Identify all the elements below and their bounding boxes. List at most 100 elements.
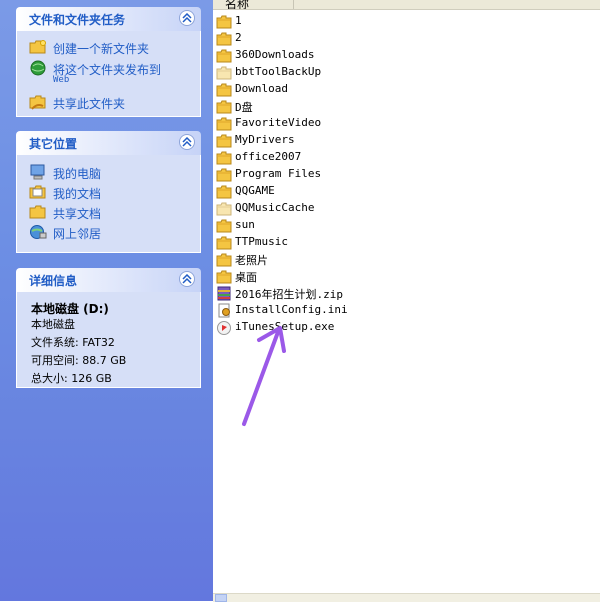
file-row[interactable]: TTPmusic: [216, 234, 596, 251]
column-header-label: 名称: [225, 0, 250, 10]
details-body: 本地磁盘 (D:) 本地磁盘 文件系统: FAT32 可用空间: 88.7 GB…: [16, 292, 201, 388]
place-my-computer[interactable]: 我的电脑: [29, 163, 149, 181]
settings-file-icon: [218, 303, 230, 318]
chevron-up-icon: [182, 274, 192, 284]
zip-archive-icon: [217, 286, 231, 301]
collapse-details-button[interactable]: [179, 271, 195, 287]
folder-icon: [216, 117, 232, 131]
folder-icon: [216, 15, 232, 29]
drive-total-size: 总大小: 126 GB: [31, 372, 112, 385]
file-row[interactable]: 桌面: [216, 268, 596, 285]
file-name: Program Files: [235, 167, 322, 180]
file-row[interactable]: QQMusicCache: [216, 200, 596, 217]
file-row[interactable]: iTunesSetup.exe: [216, 319, 596, 336]
file-name: 2016年招生计划.zip: [235, 288, 343, 301]
other-places-header[interactable]: 其它位置: [16, 131, 201, 155]
my-computer-icon: [30, 164, 45, 180]
file-row[interactable]: bbtToolBackUp: [216, 64, 596, 81]
file-name: sun: [235, 218, 255, 231]
file-row[interactable]: QQGAME: [216, 183, 596, 200]
chevron-up-icon: [182, 137, 192, 147]
folder-icon: [216, 253, 232, 267]
column-header-name[interactable]: 名称: [213, 0, 600, 10]
other-places-panel: 其它位置 我的电脑 我的文档 共享文档 网上邻居: [16, 131, 201, 253]
drive-name: 本地磁盘 (D:): [31, 302, 109, 316]
file-row[interactable]: FavoriteVideo: [216, 115, 596, 132]
folder-icon: [216, 32, 232, 46]
folder-icon: [216, 185, 232, 199]
file-row[interactable]: MyDrivers: [216, 132, 596, 149]
folder-icon: [216, 134, 232, 148]
place-shared-documents[interactable]: 共享文档: [29, 203, 149, 221]
file-row[interactable]: InstallConfig.ini: [216, 302, 596, 319]
folder-icon: [216, 49, 232, 63]
file-list[interactable]: 名称 1 2 360Downloads bbtToolBackUp Download D盘…: [213, 0, 600, 601]
task-new-folder[interactable]: 创建一个新文件夹: [29, 38, 189, 56]
task-new-folder-label: 创建一个新文件夹: [53, 42, 150, 56]
file-name: QQMusicCache: [235, 201, 315, 214]
file-row[interactable]: 2016年招生计划.zip: [216, 285, 596, 302]
place-my-documents[interactable]: 我的文档: [29, 183, 149, 201]
share-folder-icon: [29, 95, 46, 110]
drive-free-space: 可用空间: 88.7 GB: [31, 354, 127, 367]
task-publish-web[interactable]: 将这个文件夹发布到 Web: [29, 59, 189, 91]
details-header[interactable]: 详细信息: [16, 268, 201, 292]
details-title: 详细信息: [29, 274, 78, 288]
folder-icon: [216, 151, 232, 165]
place-network[interactable]: 网上邻居: [29, 223, 149, 241]
file-row[interactable]: Download: [216, 81, 596, 98]
file-tasks-body: 创建一个新文件夹 将这个文件夹发布到 Web 共享此文件夹: [16, 31, 201, 117]
file-name: 老照片: [235, 254, 268, 267]
task-publish-web-label-2: Web: [53, 75, 70, 85]
other-places-title: 其它位置: [29, 137, 78, 151]
file-name: QQGAME: [235, 184, 275, 197]
folder-icon: [216, 270, 232, 284]
file-tasks-panel: 文件和文件夹任务 创建一个新文件夹 将这个文件夹发布到 Web 共享此文件夹: [16, 7, 201, 117]
publish-web-icon: [30, 60, 46, 76]
shared-documents-icon: [29, 205, 46, 219]
task-pane: 文件和文件夹任务 创建一个新文件夹 将这个文件夹发布到 Web 共享此文件夹 其: [0, 0, 213, 601]
drive-filesystem: 文件系统: FAT32: [31, 336, 115, 349]
folder-icon: [216, 83, 232, 97]
task-share-folder[interactable]: 共享此文件夹: [29, 93, 189, 111]
file-name: D盘: [235, 101, 253, 114]
folder-icon: [216, 100, 232, 114]
drive-type: 本地磁盘: [31, 318, 75, 331]
file-row[interactable]: Program Files: [216, 166, 596, 183]
my-documents-icon: [29, 185, 46, 199]
folder-icon: [216, 168, 232, 182]
file-row[interactable]: 2: [216, 30, 596, 47]
new-folder-icon: [29, 40, 46, 54]
itunes-installer-icon: [217, 321, 231, 335]
folder-icon: [216, 202, 232, 216]
collapse-other-places-button[interactable]: [179, 134, 195, 150]
file-name: 桌面: [235, 271, 257, 284]
file-row[interactable]: 360Downloads: [216, 47, 596, 64]
place-my-documents-label: 我的文档: [53, 187, 102, 201]
file-row[interactable]: D盘: [216, 98, 596, 115]
other-places-body: 我的电脑 我的文档 共享文档 网上邻居: [16, 155, 201, 253]
file-name: iTunesSetup.exe: [235, 320, 335, 333]
file-name: bbtToolBackUp: [235, 65, 322, 78]
file-row[interactable]: 老照片: [216, 251, 596, 268]
details-panel: 详细信息 本地磁盘 (D:) 本地磁盘 文件系统: FAT32 可用空间: 88…: [16, 268, 201, 388]
network-places-icon: [30, 225, 47, 239]
task-share-folder-label: 共享此文件夹: [53, 97, 126, 111]
collapse-file-tasks-button[interactable]: [179, 10, 195, 26]
file-name: 1: [235, 14, 242, 27]
file-name: MyDrivers: [235, 133, 295, 146]
place-network-label: 网上邻居: [53, 227, 102, 241]
file-row[interactable]: sun: [216, 217, 596, 234]
file-tasks-title: 文件和文件夹任务: [29, 13, 126, 27]
chevron-up-icon: [182, 13, 192, 23]
file-name: FavoriteVideo: [235, 116, 322, 129]
place-shared-documents-label: 共享文档: [53, 207, 102, 221]
file-tasks-header[interactable]: 文件和文件夹任务: [16, 7, 201, 31]
file-name: TTPmusic: [235, 235, 288, 248]
column-separator[interactable]: [293, 0, 294, 9]
folder-icon: [216, 66, 232, 80]
file-name: 2: [235, 31, 242, 44]
file-row[interactable]: 1: [216, 13, 596, 30]
file-row[interactable]: office2007: [216, 149, 596, 166]
file-name: InstallConfig.ini: [235, 303, 348, 316]
